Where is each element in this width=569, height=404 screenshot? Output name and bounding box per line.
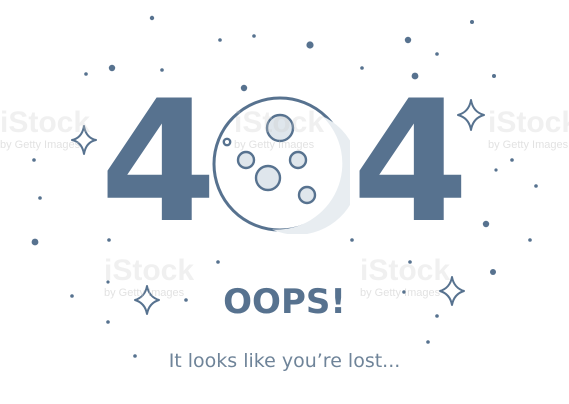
- star-dot-icon: [149, 15, 155, 21]
- star-dot-icon: [534, 184, 538, 188]
- star-dot-icon: [492, 74, 496, 78]
- star-dot-icon: [84, 72, 88, 76]
- star-dot-icon: [490, 269, 496, 275]
- watermark-brand: iStock: [234, 106, 325, 139]
- watermark: iStock by Getty Images: [488, 108, 569, 152]
- crater: [254, 164, 282, 192]
- watermark-brand: iStock: [104, 254, 195, 287]
- star-dot-icon: [404, 36, 412, 44]
- watermark: iStock by Getty Images: [104, 256, 194, 300]
- crater: [236, 150, 256, 170]
- watermark-credit: by Getty Images: [234, 139, 315, 151]
- error-code-digit-left: 4: [100, 64, 217, 260]
- star-dot-icon: [252, 34, 256, 38]
- watermark-brand: iStock: [0, 106, 91, 139]
- crater: [288, 150, 308, 170]
- watermark-brand: iStock: [360, 254, 451, 287]
- watermark-credit: by Getty Images: [488, 139, 569, 151]
- star-dot-icon: [32, 158, 36, 162]
- watermark-credit: by Getty Images: [104, 287, 185, 299]
- watermark: iStock by Getty Images: [234, 108, 324, 152]
- star-dot-icon: [38, 196, 42, 200]
- star-dot-icon: [494, 168, 498, 172]
- error-headline: OOPS!: [223, 282, 346, 322]
- star-dot-icon: [306, 41, 314, 49]
- star-dot-icon: [31, 238, 39, 246]
- watermark: iStock by Getty Images: [0, 108, 90, 152]
- crater: [297, 185, 317, 205]
- star-dot-icon: [218, 38, 222, 42]
- star-dot-icon: [216, 260, 220, 264]
- star-dot-icon: [510, 158, 514, 162]
- watermark: iStock by Getty Images: [360, 256, 450, 300]
- watermark-brand: iStock: [488, 106, 569, 139]
- error-message: It looks like you’re lost...: [168, 350, 401, 372]
- star-dot-icon: [482, 220, 490, 228]
- watermark-credit: by Getty Images: [0, 139, 81, 151]
- error-404-scene: 4 4 OOPS! It looks like you’re lost... i…: [0, 0, 569, 404]
- star-dot-icon: [240, 84, 248, 92]
- star-dot-icon: [470, 20, 474, 24]
- crater: [222, 137, 232, 147]
- star-dot-icon: [528, 238, 532, 242]
- error-code-digit-right: 4: [352, 64, 469, 260]
- star-dot-icon: [435, 52, 439, 56]
- watermark-credit: by Getty Images: [360, 287, 441, 299]
- star-dot-icon: [426, 340, 430, 344]
